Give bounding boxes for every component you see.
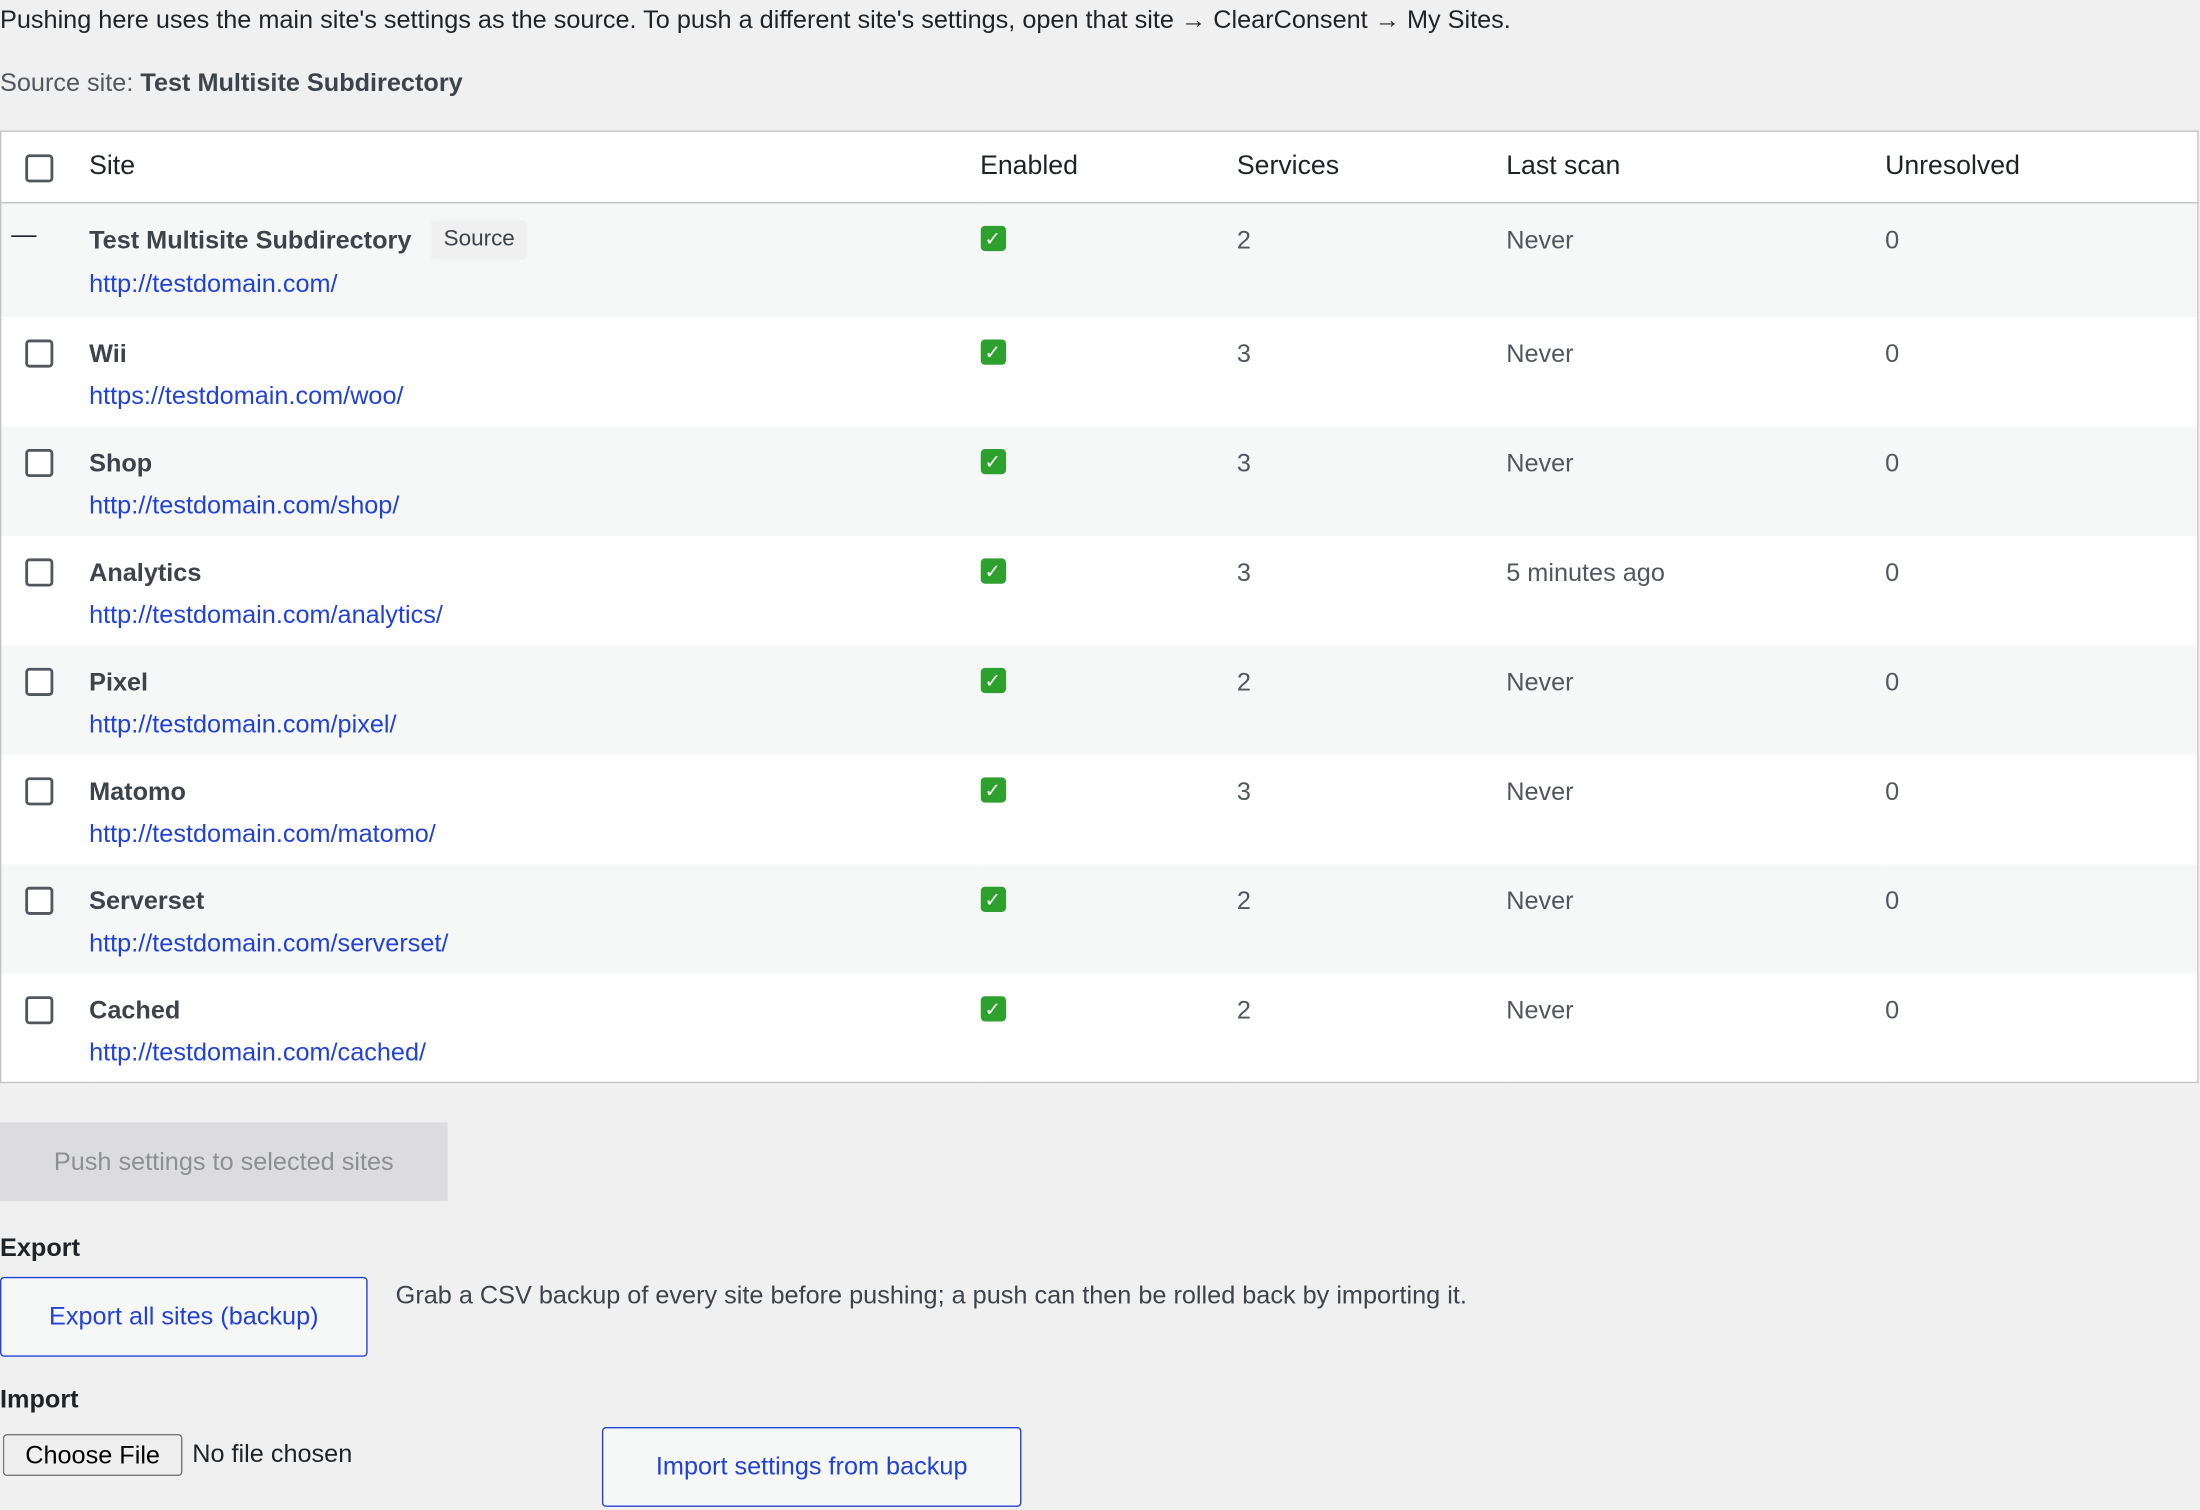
file-status-text: No file chosen	[192, 1439, 353, 1468]
column-header-enabled[interactable]: Enabled	[980, 131, 1237, 204]
last-scan: Never	[1506, 667, 1574, 696]
check-mark-icon: ✓	[980, 557, 1006, 583]
unresolved-count: 0	[1885, 557, 1900, 586]
source-badge: Source	[431, 220, 528, 260]
table-row: Shop http://testdomain.com/shop/✓ 3 Never 0	[0, 425, 2198, 536]
services-count: 3	[1236, 776, 1251, 805]
unresolved-count: 0	[1885, 886, 1900, 915]
last-scan: Never	[1506, 886, 1574, 915]
source-site-line: Source site: Test Multisite Subdirectory	[0, 69, 463, 98]
source-site-name: Test Multisite Subdirectory	[140, 68, 463, 97]
unresolved-count: 0	[1885, 338, 1900, 367]
unresolved-count: 0	[1885, 776, 1900, 805]
site-name: Serverset	[89, 886, 205, 915]
site-name: Analytics	[89, 557, 202, 586]
last-scan: Never	[1506, 776, 1574, 805]
last-scan: Never	[1506, 225, 1574, 254]
table-row: Wii https://testdomain.com/woo/✓ 3 Never 0	[1, 316, 2198, 425]
check-mark-icon: ✓	[980, 776, 1006, 802]
services-count: 3	[1236, 448, 1251, 477]
table-row: Pixel http://testdomain.com/pixel/✓ 2 Never…	[0, 644, 2198, 755]
column-header-site[interactable]: Site	[89, 131, 981, 204]
source-row-indicator: —	[11, 220, 37, 249]
site-checkbox[interactable]	[25, 338, 54, 367]
unresolved-count: 0	[1885, 225, 1900, 254]
services-count: 2	[1236, 667, 1251, 696]
site-name: Wii	[89, 338, 127, 367]
site-url-link[interactable]: http://testdomain.com/serverset/	[89, 928, 980, 957]
site-checkbox[interactable]	[25, 995, 54, 1024]
site-checkbox[interactable]	[25, 448, 54, 477]
import-heading: Import	[0, 1384, 79, 1413]
unresolved-count: 0	[1885, 995, 1900, 1024]
site-name: Shop	[89, 448, 153, 477]
services-count: 2	[1236, 995, 1251, 1024]
export-description: Grab a CSV backup of every site before p…	[395, 1281, 1467, 1310]
table-row: Analytics http://testdomain.com/analytics…	[1, 535, 2198, 644]
select-all-checkbox[interactable]	[25, 154, 54, 183]
choose-file-button[interactable]: Choose File	[2, 1433, 183, 1477]
services-count: 2	[1236, 886, 1251, 915]
last-scan: Never	[1506, 995, 1574, 1024]
site-checkbox[interactable]	[25, 557, 54, 586]
import-settings-button[interactable]: Import settings from backup	[601, 1426, 1022, 1507]
table-header-row: Site Enabled Services Last scan Unresolv…	[0, 131, 2198, 204]
check-mark-icon: ✓	[980, 448, 1006, 474]
check-mark-icon: ✓	[980, 225, 1006, 252]
site-url-link[interactable]: https://testdomain.com/woo/	[89, 381, 980, 410]
unresolved-count: 0	[1885, 667, 1900, 696]
check-mark-icon: ✓	[980, 995, 1006, 1021]
site-name: Test Multisite Subdirectory	[89, 225, 412, 254]
site-name: Pixel	[89, 667, 149, 696]
site-url-link[interactable]: http://testdomain.com/	[89, 269, 980, 298]
column-header-last-scan[interactable]: Last scan	[1506, 131, 1886, 204]
services-count: 3	[1236, 338, 1251, 367]
site-url-link[interactable]: http://testdomain.com/analytics/	[89, 600, 980, 629]
column-header-services[interactable]: Services	[1236, 131, 1507, 204]
sites-table: Site Enabled Services Last scan Unresolv…	[0, 130, 2199, 1084]
table-row: Matomo http://testdomain.com/matomo/✓ 3 Nev…	[1, 754, 2198, 863]
site-url-link[interactable]: http://testdomain.com/pixel/	[89, 709, 980, 738]
last-scan: 5 minutes ago	[1506, 557, 1665, 586]
check-mark-icon: ✓	[980, 338, 1006, 365]
site-checkbox[interactable]	[25, 667, 54, 696]
export-heading: Export	[0, 1233, 80, 1262]
check-mark-icon: ✓	[980, 667, 1006, 693]
last-scan: Never	[1506, 338, 1574, 367]
site-url-link[interactable]: http://testdomain.com/shop/	[89, 490, 980, 519]
site-checkbox[interactable]	[25, 776, 54, 805]
export-all-sites-button[interactable]: Export all sites (backup)	[0, 1276, 368, 1357]
table-row: Cached http://testdomain.com/cached/✓ 2 Nev…	[1, 973, 2198, 1082]
site-name: Matomo	[89, 776, 186, 805]
site-name: Cached	[89, 995, 181, 1024]
site-checkbox[interactable]	[25, 886, 54, 915]
site-url-link[interactable]: http://testdomain.com/matomo/	[89, 819, 980, 848]
check-mark-icon: ✓	[980, 886, 1006, 912]
services-count: 2	[1236, 225, 1251, 254]
services-count: 3	[1236, 557, 1251, 586]
push-settings-button[interactable]: Push settings to selected sites	[0, 1122, 448, 1202]
last-scan: Never	[1506, 448, 1574, 477]
table-row: Serverset http://testdomain.com/serverset…	[0, 863, 2198, 974]
intro-text: Pushing here uses the main site's settin…	[0, 5, 1511, 34]
column-header-unresolved[interactable]: Unresolved	[1885, 131, 2198, 204]
site-url-link[interactable]: http://testdomain.com/cached/	[89, 1038, 980, 1067]
table-row: — Test Multisite Subdirectory Source http:/…	[0, 202, 2198, 317]
source-site-label: Source site:	[0, 68, 134, 97]
unresolved-count: 0	[1885, 448, 1900, 477]
